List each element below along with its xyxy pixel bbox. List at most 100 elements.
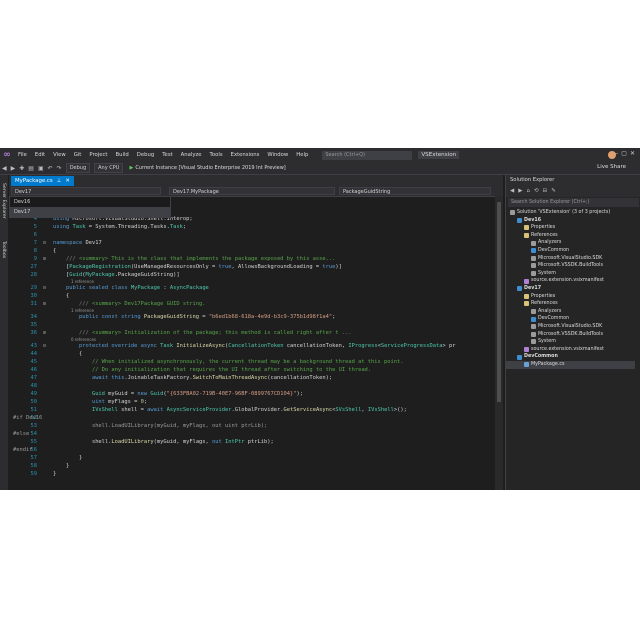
code-text: { — [53, 292, 69, 300]
project-option-dev16[interactable]: Dev16 — [10, 197, 170, 207]
close-icon[interactable]: ✕ — [65, 176, 70, 186]
code-text: protected override async Task Initialize… — [53, 342, 456, 350]
code-token: /// — [53, 301, 92, 307]
code-line: 8{ — [9, 247, 493, 255]
properties-icon[interactable]: ✎ — [549, 188, 558, 194]
tree-item-label: Properties — [531, 225, 556, 231]
solution-explorer-search-input[interactable]: Search Solution Explorer (Ctrl+;) — [508, 198, 639, 207]
fold-toggle-icon[interactable]: ⊞ — [43, 300, 46, 308]
code-line: 5 using Task = System.Threading.Tasks.Tas… — [9, 223, 493, 231]
configuration-dropdown[interactable]: Debug — [65, 163, 91, 173]
tree-item[interactable]: Analyzers — [506, 308, 635, 316]
fold-toggle-icon[interactable]: ⊟ — [43, 342, 46, 350]
tree-node-icon — [531, 255, 536, 261]
pin-icon[interactable]: ⊥ — [57, 176, 62, 186]
code-token: <summary> Dev17Package GUID string. — [91, 301, 206, 307]
home-icon[interactable]: ⌂ — [524, 188, 532, 194]
server-explorer-tab[interactable]: Server Explorer — [1, 183, 6, 219]
start-debugging-button[interactable]: ▶ Current Instance [Visual Studio Enterpr… — [129, 165, 285, 171]
tree-node-icon — [531, 263, 536, 269]
fold-toggle-icon[interactable]: ⊞ — [43, 329, 46, 337]
preprocessor-directive: #else — [13, 431, 30, 437]
code-line: 35 — [9, 321, 493, 329]
tree-item[interactable]: Solution 'VSExtension' (3 of 3 projects) — [506, 209, 635, 217]
code-line: 44 { — [9, 350, 493, 358]
menu-item-project[interactable]: Project — [85, 152, 111, 158]
tree-item[interactable]: Analyzers — [506, 239, 635, 247]
fold-toggle-icon[interactable]: ⊟ — [43, 239, 46, 247]
line-number: 55 — [30, 439, 38, 445]
tree-item[interactable]: source.extension.vsixmanifest — [506, 277, 635, 285]
menu-item-debug[interactable]: Debug — [133, 152, 158, 158]
search-input[interactable]: Search (Ctrl+Q) — [322, 150, 413, 160]
code-area[interactable]: using System.Threading;3using Microsoft.… — [9, 199, 503, 490]
menu-item-window[interactable]: Window — [263, 152, 292, 158]
back-icon[interactable]: ◀ — [508, 188, 516, 194]
menu-item-test[interactable]: Test — [158, 152, 176, 158]
menu-item-build[interactable]: Build — [112, 152, 133, 158]
tree-node-icon — [524, 301, 529, 307]
tree-item[interactable]: MyPackage.cs — [506, 361, 635, 369]
tree-item[interactable]: Dev16 — [506, 217, 635, 225]
tree-item[interactable]: DevCommon — [506, 315, 635, 323]
code-token: PackageGuidString — [143, 314, 200, 320]
forward-icon[interactable]: ▶ — [516, 188, 524, 194]
tree-node-icon — [531, 316, 536, 322]
code-token: , AllowsBackgroundLoading = — [231, 264, 323, 270]
live-share-button[interactable]: Live Share — [597, 164, 626, 170]
tree-item[interactable]: DevCommon — [506, 353, 635, 361]
tree-node-icon — [524, 293, 529, 299]
tree-item[interactable]: Microsoft.VisualStudio.SDK — [506, 323, 635, 331]
save-icon[interactable]: ▣ — [36, 165, 46, 172]
back-icon[interactable]: ◀ — [0, 165, 9, 172]
open-icon[interactable]: ▤ — [26, 165, 36, 172]
tree-item[interactable]: Properties — [506, 293, 635, 301]
solution-explorer-toolbar: ◀ ▶ ⌂ ⟲ ⊟ ✎ — [506, 185, 640, 197]
tree-node-icon — [531, 324, 536, 330]
tree-item[interactable]: Microsoft.VisualStudio.SDK — [506, 255, 635, 263]
vertical-scrollbar[interactable] — [495, 196, 503, 490]
menu-item-edit[interactable]: Edit — [31, 152, 49, 158]
project-dropdown[interactable]: Dev17 — [11, 187, 161, 195]
code-line: 49 Guid myGuid = new Guid("{633FBA02-719… — [9, 390, 493, 398]
tree-item[interactable]: Microsoft.VSSDK.BuildTools — [506, 331, 635, 339]
menu-item-tools[interactable]: Tools — [206, 152, 227, 158]
tree-item[interactable]: References — [506, 300, 635, 308]
project-option-dev17[interactable]: Dev17 — [10, 207, 170, 217]
menu-item-extensions[interactable]: Extensions — [227, 152, 264, 158]
tree-item[interactable]: Properties — [506, 224, 635, 232]
tree-item[interactable]: References — [506, 232, 635, 240]
code-text: } — [53, 454, 82, 462]
new-item-icon[interactable]: ✚ — [17, 165, 26, 172]
menu-item-help[interactable]: Help — [292, 152, 312, 158]
platform-dropdown[interactable]: Any CPU — [94, 163, 124, 173]
tree-item[interactable]: source.extension.vsixmanifest — [506, 346, 635, 354]
tree-item[interactable]: System — [506, 270, 635, 278]
collapse-all-icon[interactable]: ⊟ — [541, 188, 550, 194]
code-token: shell = — [117, 407, 148, 413]
tree-item-label: Analyzers — [538, 240, 562, 246]
menu-item-git[interactable]: Git — [70, 152, 86, 158]
member-dropdown[interactable]: PackageGuidString — [339, 187, 491, 195]
tree-item[interactable]: Dev17 — [506, 285, 635, 293]
scrollbar-thumb[interactable] — [497, 202, 501, 402]
document-tab-mypackage[interactable]: MyPackage.cs ⊥ ✕ — [11, 176, 74, 186]
fold-toggle-icon[interactable]: ⊞ — [43, 255, 46, 263]
sync-icon[interactable]: ⟲ — [532, 188, 541, 194]
tree-item[interactable]: DevCommon — [506, 247, 635, 255]
toolbox-tab[interactable]: Toolbox — [1, 241, 6, 258]
window-controls[interactable]: –▢✕ — [615, 150, 638, 157]
forward-icon[interactable]: ▶ — [9, 165, 18, 172]
undo-icon[interactable]: ↶ — [46, 165, 55, 172]
tree-node-icon — [531, 271, 536, 277]
code-token: ); — [296, 391, 303, 397]
tree-item[interactable]: Microsoft.VSSDK.BuildTools — [506, 262, 635, 270]
menu-item-analyze[interactable]: Analyze — [177, 152, 206, 158]
fold-toggle-icon[interactable]: ⊟ — [43, 284, 46, 292]
menu-item-file[interactable]: File — [14, 152, 31, 158]
class-dropdown[interactable]: Dev17.MyPackage — [169, 187, 335, 195]
menu-item-view[interactable]: View — [49, 152, 70, 158]
play-icon: ▶ — [129, 165, 134, 171]
tree-item[interactable]: System — [506, 338, 635, 346]
redo-icon[interactable]: ↷ — [55, 165, 64, 172]
